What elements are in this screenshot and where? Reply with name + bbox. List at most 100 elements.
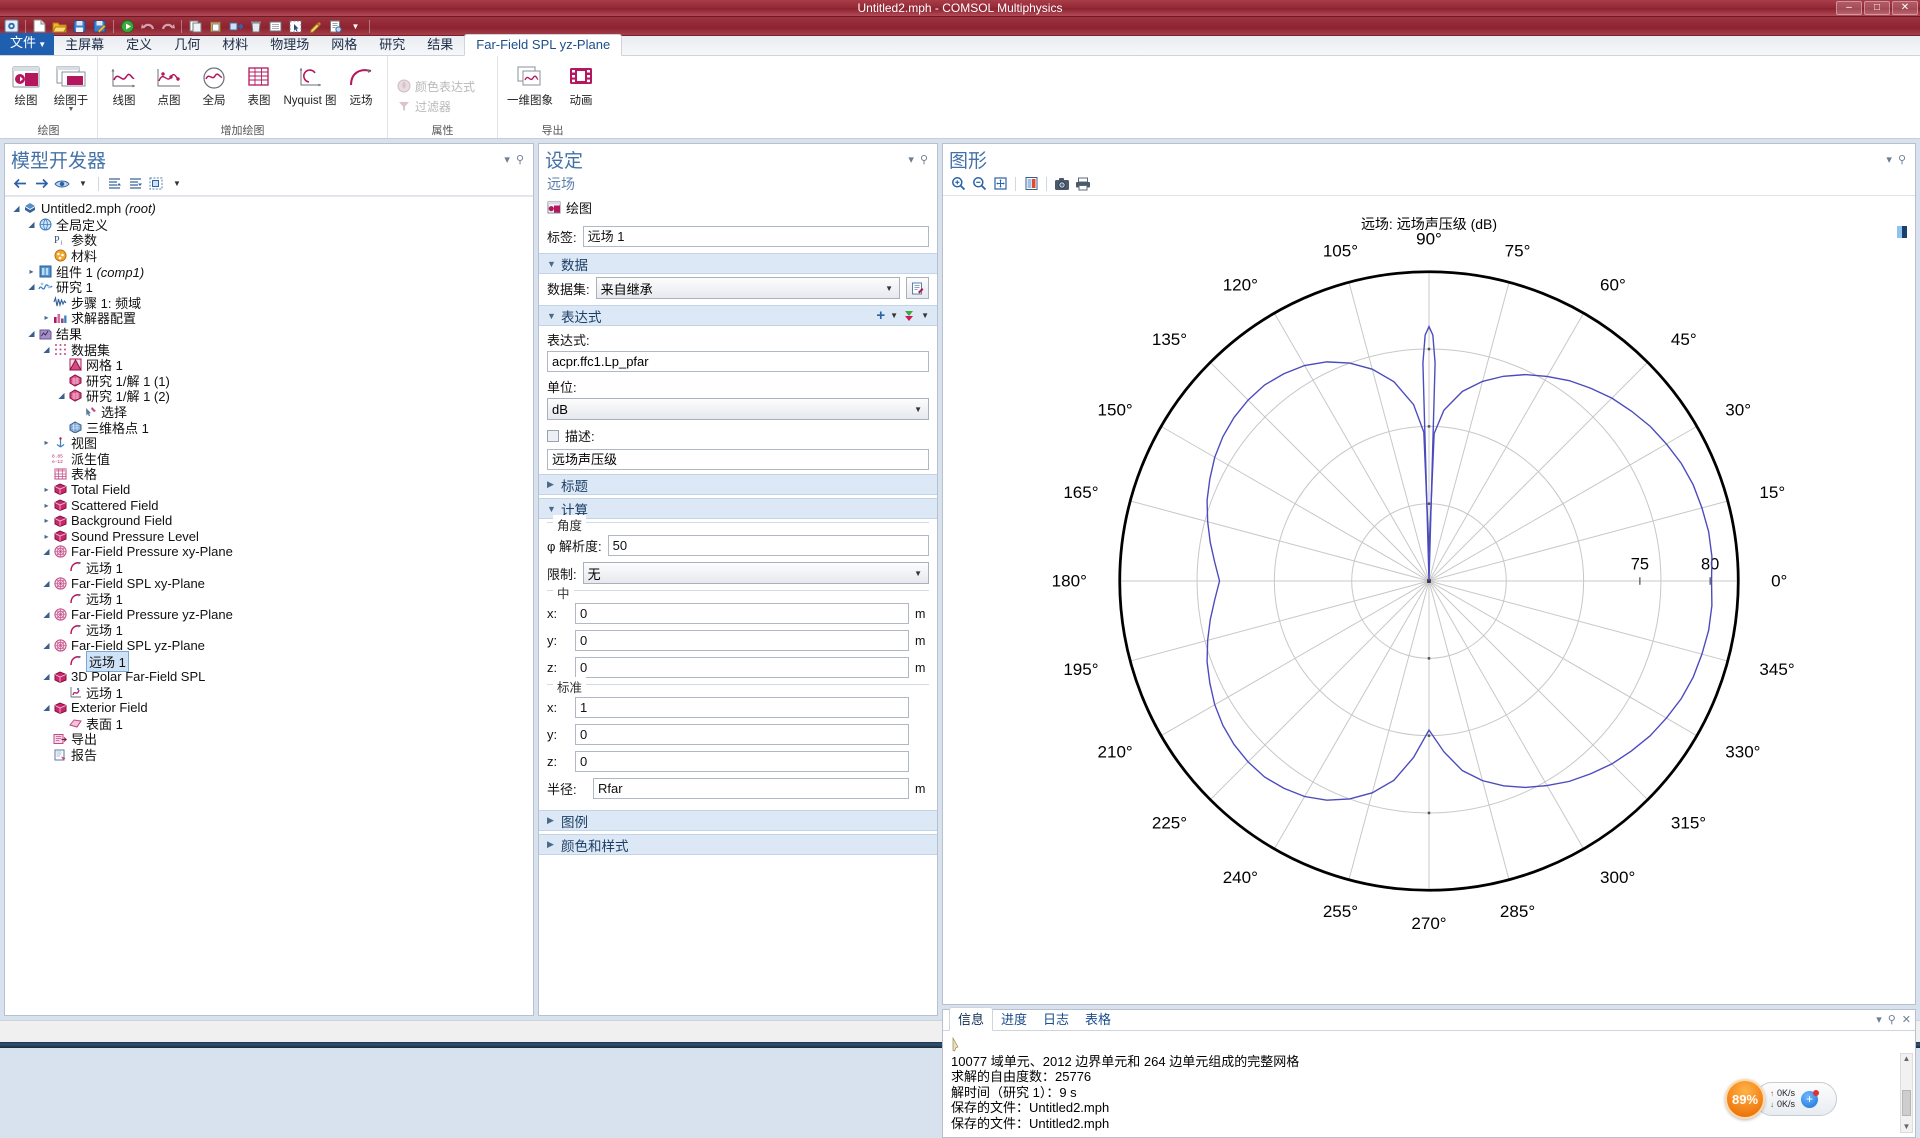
select-icon[interactable]	[287, 18, 304, 34]
scene-light-icon[interactable]	[1022, 175, 1040, 193]
ribbon-animation-button[interactable]: 动画	[559, 60, 603, 107]
zoom-extents-icon[interactable]	[991, 175, 1009, 193]
tree-collapse-arrow-icon[interactable]: ◢	[41, 672, 52, 681]
center-y-input[interactable]: 0	[575, 630, 909, 651]
graphics-canvas[interactable]: 远场: 远场声压级 (dB) 75 80 0° 15° 30° 45° 60° 75° 90° 1…	[943, 196, 1915, 1004]
ribbon-plot-1d-button[interactable]: 一维图象	[502, 60, 558, 107]
save-icon[interactable]	[71, 18, 88, 34]
tree-collapse-arrow-icon[interactable]: ◢	[11, 204, 22, 213]
ribbon-line-graph-button[interactable]: 线图	[102, 60, 146, 107]
center-z-input[interactable]: 0	[575, 657, 909, 678]
tree-collapse-arrow-icon[interactable]: ◢	[56, 391, 67, 400]
tree-collapse-arrow-icon[interactable]: ◢	[26, 329, 37, 338]
tab-materials[interactable]: 材料	[211, 35, 259, 55]
graphics-collapse-icon[interactable]: ▾	[1883, 153, 1895, 166]
tree-node[interactable]: ▸ Total Field	[9, 482, 533, 498]
ribbon-filter-button[interactable]: 过滤器	[392, 97, 455, 116]
tree-expand-arrow-icon[interactable]: ▸	[41, 313, 52, 322]
center-x-input[interactable]: 0	[575, 603, 909, 624]
messages-scrollbar[interactable]: ▲ ▼	[1900, 1052, 1913, 1134]
ribbon-plot-button[interactable]: 绘图	[4, 60, 48, 107]
messages-close-icon[interactable]: ✕	[1902, 1013, 1911, 1026]
tree-node[interactable]: 表格	[9, 466, 533, 482]
tree-collapse-arrow-icon[interactable]: ◢	[41, 579, 52, 588]
tree-collapse-arrow-icon[interactable]: ◢	[26, 220, 37, 229]
ribbon-table-graph-button[interactable]: 表图	[237, 60, 281, 107]
tree-expand-arrow-icon[interactable]: ▸	[41, 516, 52, 525]
tree-collapse-arrow-icon[interactable]: ◢	[41, 641, 52, 650]
tab-mesh[interactable]: 网格	[320, 35, 368, 55]
print-icon[interactable]	[1074, 175, 1092, 193]
graphics-pin-icon[interactable]: ⚲	[1895, 153, 1909, 166]
tab-messages[interactable]: 信息	[949, 1006, 994, 1031]
undo-icon[interactable]	[139, 18, 156, 34]
move-icon[interactable]	[227, 18, 244, 34]
ribbon-color-expression-button[interactable]: 颜色表达式	[392, 77, 479, 96]
tree-node[interactable]: ◢ 研究 1/解 1 (2)	[9, 388, 533, 404]
tree-collapse-arrow-icon[interactable]: ◢	[41, 547, 52, 556]
tree-node[interactable]: ▸ Background Field	[9, 513, 533, 529]
tree-node[interactable]: 报告	[9, 747, 533, 763]
graphics-orientation-icon[interactable]	[1895, 224, 1909, 240]
settings-collapse-icon[interactable]: ▾	[905, 153, 917, 166]
back-arrow-icon[interactable]	[11, 175, 29, 193]
forward-arrow-icon[interactable]	[32, 175, 50, 193]
unit-select[interactable]: dB ▼	[547, 398, 929, 420]
tab-geometry[interactable]: 几何	[163, 35, 211, 55]
normal-y-input[interactable]: 0	[575, 724, 909, 745]
tree-expand-arrow-icon[interactable]: ▸	[41, 485, 52, 494]
chevron-down-icon[interactable]: ▼	[68, 106, 75, 113]
node-dropdown-icon[interactable]: ▼	[168, 175, 186, 193]
tab-study[interactable]: 研究	[368, 35, 416, 55]
tree-node[interactable]: 远场 1	[9, 622, 533, 638]
show-dropdown-icon[interactable]: ▼	[74, 175, 92, 193]
zoom-in-icon[interactable]	[949, 175, 967, 193]
save-as-icon[interactable]	[91, 18, 108, 34]
show-eye-icon[interactable]	[53, 175, 71, 193]
close-button[interactable]: ✕	[1892, 1, 1918, 15]
tree-node[interactable]: 远场 1	[9, 650, 533, 672]
messages-collapse-icon[interactable]: ▾	[1876, 1013, 1882, 1026]
tree-node[interactable]: ▸ Scattered Field	[9, 497, 533, 513]
tab-progress[interactable]: 进度	[993, 1008, 1035, 1030]
edit-icon[interactable]	[307, 18, 324, 34]
tree-collapse-arrow-icon[interactable]: ◢	[41, 345, 52, 354]
messages-pin-icon[interactable]: ⚲	[1888, 1013, 1896, 1026]
minimize-button[interactable]: –	[1836, 1, 1862, 15]
description-input[interactable]: 远场声压级	[547, 449, 929, 470]
section-expression-header[interactable]: ▼ 表达式 + ▼ ▼	[539, 305, 937, 326]
tree-expand-arrow-icon[interactable]: ▸	[41, 532, 52, 541]
section-data-header[interactable]: ▼ 数据	[539, 253, 937, 274]
delete-icon[interactable]	[247, 18, 264, 34]
tree-collapse-arrow-icon[interactable]: ◢	[26, 282, 37, 291]
tree-expand-arrow-icon[interactable]: ▸	[41, 438, 52, 447]
zoom-extents-icon[interactable]	[267, 18, 284, 34]
dataset-select[interactable]: 来自继承 ▼	[595, 277, 900, 299]
radius-input[interactable]: Rfar	[593, 778, 909, 799]
section-coloring-header[interactable]: ▶ 颜色和样式	[539, 834, 937, 855]
tab-results[interactable]: 结果	[416, 35, 464, 55]
image-snapshot-icon[interactable]	[1053, 175, 1071, 193]
tree-node[interactable]: 远场 1	[9, 684, 533, 701]
paste-icon[interactable]	[207, 18, 224, 34]
tab-table[interactable]: 表格	[1077, 1008, 1119, 1030]
customize-dropdown-icon[interactable]: ▼	[347, 18, 364, 34]
panel-pin-icon[interactable]: ⚲	[513, 153, 527, 166]
normal-z-input[interactable]: 0	[575, 751, 909, 772]
tab-far-field-spl-yz-plane[interactable]: Far-Field SPL yz-Plane	[464, 34, 623, 56]
tree-node[interactable]: 远场 1	[9, 591, 533, 607]
speed-expand-button[interactable]: +	[1801, 1089, 1820, 1108]
scroll-up-icon[interactable]: ▲	[1901, 1054, 1912, 1064]
section-title-header[interactable]: ▶ 标题	[539, 474, 937, 495]
tree-node[interactable]: ▸ Sound Pressure Level	[9, 528, 533, 544]
tab-physics[interactable]: 物理场	[259, 35, 320, 55]
panel-collapse-icon[interactable]: ▾	[501, 153, 513, 166]
ribbon-global-button[interactable]: 全局	[192, 60, 236, 107]
comsol-logo-icon[interactable]	[3, 18, 20, 34]
compute-play-icon[interactable]	[119, 18, 136, 34]
scrollbar-thumb[interactable]	[1902, 1090, 1911, 1116]
ribbon-nyquist-button[interactable]: Nyquist 图	[282, 60, 338, 107]
dataset-edit-button[interactable]	[906, 277, 929, 299]
settings-label-input[interactable]: 远场 1	[582, 226, 929, 247]
tree-expand-arrow-icon[interactable]: ▸	[26, 267, 37, 276]
